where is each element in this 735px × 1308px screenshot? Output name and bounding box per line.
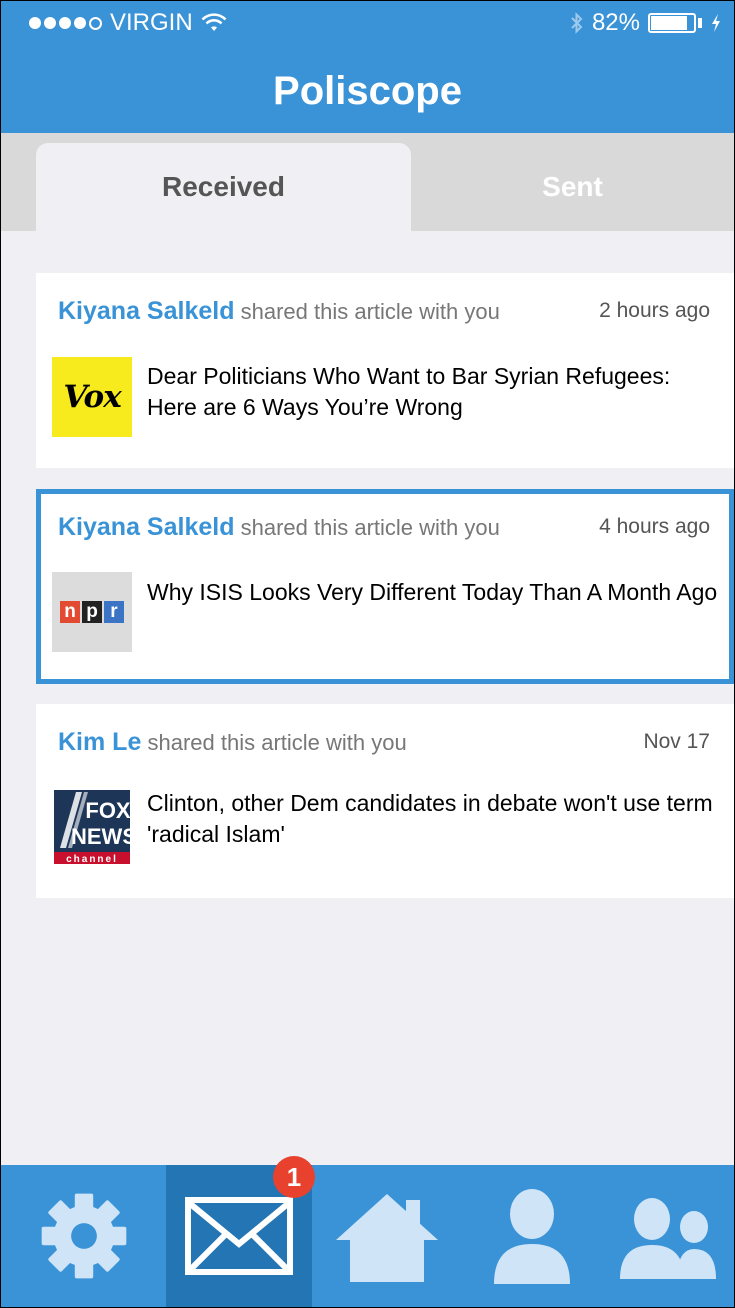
- shared-article-card[interactable]: Kiyana Salkeld shared this article with …: [36, 273, 734, 468]
- vox-logo: Vox: [52, 357, 132, 437]
- nav-profile[interactable]: [462, 1165, 602, 1307]
- gear-icon: [41, 1193, 126, 1279]
- charging-icon: [712, 14, 720, 32]
- unread-badge: 1: [273, 1156, 315, 1198]
- wifi-icon: [201, 13, 227, 31]
- sender-name[interactable]: Kiyana Salkeld: [58, 513, 234, 541]
- share-time: Nov 17: [643, 730, 710, 753]
- shared-article-card-selected[interactable]: Kiyana Salkeld shared this article with …: [36, 489, 734, 684]
- shared-article-card[interactable]: Kim Le shared this article with you Nov …: [36, 704, 734, 898]
- nav-home[interactable]: [312, 1165, 462, 1307]
- sender-name[interactable]: Kim Le: [58, 728, 141, 756]
- article-headline[interactable]: Clinton, other Dem candidates in debate …: [147, 788, 726, 850]
- app-title: Poliscope: [273, 69, 462, 113]
- signal-strength-icon: [29, 16, 102, 30]
- npr-logo: n p r: [52, 572, 132, 652]
- carrier-label: VIRGIN: [110, 9, 193, 36]
- svg-text:FOX: FOX: [85, 798, 131, 823]
- status-left: VIRGIN: [29, 9, 227, 37]
- people-icon: [620, 1198, 716, 1279]
- status-right: 82%: [570, 9, 722, 37]
- share-info: Kiyana Salkeld shared this article with …: [58, 513, 500, 542]
- nav-settings[interactable]: [1, 1165, 166, 1307]
- share-action-text: shared this article with you: [240, 299, 500, 324]
- envelope-icon: [185, 1197, 293, 1275]
- share-info: Kiyana Salkeld shared this article with …: [58, 297, 500, 326]
- article-headline[interactable]: Why ISIS Looks Very Different Today Than…: [147, 577, 721, 608]
- sender-name[interactable]: Kiyana Salkeld: [58, 297, 234, 325]
- app-header: VIRGIN 82% Poliscope: [1, 1, 734, 133]
- svg-text:channel: channel: [66, 854, 118, 865]
- fox-news-logo: FOX NEWS channel: [52, 786, 132, 866]
- svg-text:NEWS: NEWS: [71, 824, 132, 849]
- bluetooth-icon: [571, 12, 583, 34]
- share-action-text: shared this article with you: [147, 730, 407, 755]
- tab-sent[interactable]: Sent: [411, 143, 734, 231]
- bottom-navigation: [1, 1165, 734, 1307]
- battery-icon: [648, 13, 696, 33]
- battery-percent: 82%: [591, 9, 640, 36]
- share-action-text: shared this article with you: [240, 515, 500, 540]
- share-info: Kim Le shared this article with you: [58, 728, 407, 757]
- share-time: 4 hours ago: [599, 515, 710, 538]
- share-time: 2 hours ago: [599, 299, 710, 322]
- person-icon: [494, 1189, 570, 1284]
- tab-received[interactable]: Received: [36, 143, 411, 231]
- status-bar: VIRGIN 82%: [1, 1, 734, 41]
- nav-friends[interactable]: [602, 1165, 734, 1307]
- phone-screen: VIRGIN 82% Poliscope Received Sent Kiyan…: [0, 0, 735, 1308]
- home-icon: [336, 1194, 438, 1282]
- article-headline[interactable]: Dear Politicians Who Want to Bar Syrian …: [147, 361, 726, 423]
- tab-bar: Received Sent: [1, 133, 734, 231]
